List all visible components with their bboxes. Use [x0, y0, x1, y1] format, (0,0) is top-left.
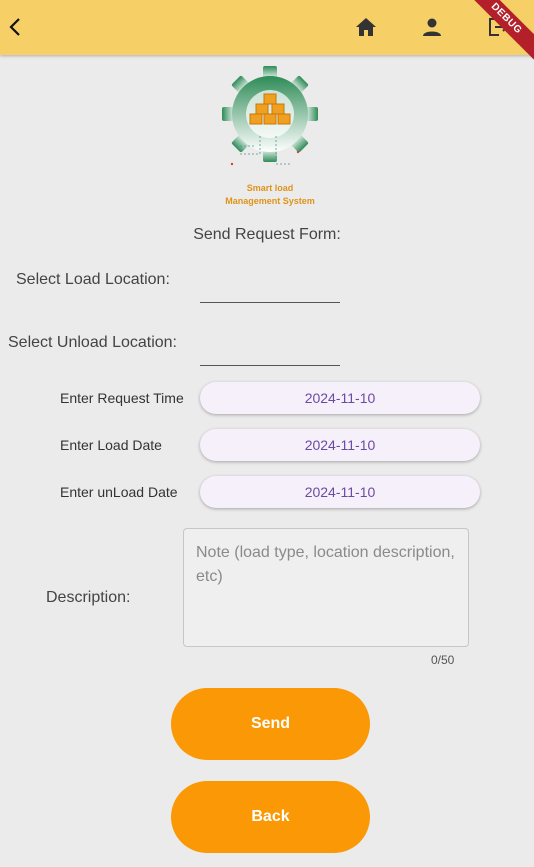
unload-date-button[interactable]: 2024-11-10: [200, 476, 480, 508]
character-counter: 0/50: [431, 653, 455, 667]
back-button[interactable]: [0, 11, 32, 43]
unload-location-label: Select Unload Location:: [8, 334, 177, 351]
description-placeholder: Note (load type, location description, e…: [196, 544, 455, 585]
description-label: Description:: [46, 589, 131, 606]
load-location-field[interactable]: [200, 302, 340, 303]
app-bar: DEBUG: [0, 0, 534, 68]
person-icon: [423, 18, 441, 36]
home-button[interactable]: [350, 11, 382, 43]
unload-location-field[interactable]: [200, 365, 340, 366]
request-time-label: Enter Request Time: [60, 390, 184, 406]
home-icon: [356, 18, 376, 36]
request-time-button[interactable]: 2024-11-10: [200, 382, 480, 414]
unload-date-label: Enter unLoad Date: [60, 484, 178, 500]
load-date-label: Enter Load Date: [60, 437, 162, 453]
app-logo: Smart load Management System: [218, 66, 322, 208]
gear-boxes-logo-icon: [222, 66, 318, 166]
back-button-bottom[interactable]: Back: [171, 781, 370, 853]
form-title: Send Request Form:: [193, 226, 341, 243]
chevron-left-icon: [9, 18, 20, 36]
logo-text-line2: Management System: [225, 196, 315, 206]
load-location-label: Select Load Location:: [16, 271, 170, 288]
description-textarea[interactable]: Note (load type, location description, e…: [183, 528, 469, 647]
logo-text-line1: Smart load: [246, 183, 294, 193]
send-button[interactable]: Send: [171, 688, 370, 760]
load-date-button[interactable]: 2024-11-10: [200, 429, 480, 461]
profile-button[interactable]: [416, 11, 448, 43]
